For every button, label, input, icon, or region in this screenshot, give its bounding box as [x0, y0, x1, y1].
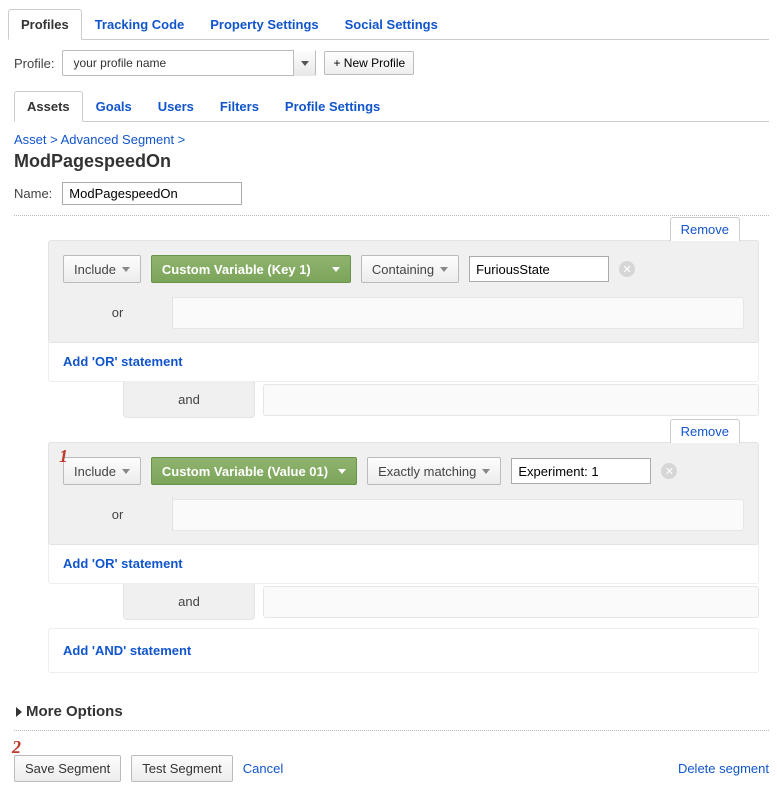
rule-row: Include Custom Variable (Key 1) Containi… — [49, 241, 758, 295]
match-dropdown-label: Exactly matching — [378, 464, 476, 479]
chevron-down-icon — [122, 267, 130, 272]
segment-name-input[interactable] — [62, 182, 242, 205]
page-title: ModPagespeedOn — [14, 151, 769, 172]
add-and-button[interactable]: Add 'AND' statement — [48, 628, 759, 673]
profile-select[interactable]: your profile name — [62, 50, 316, 76]
include-dropdown-label: Include — [74, 262, 116, 277]
remove-condition-icon[interactable]: ✕ — [619, 261, 635, 277]
match-dropdown[interactable]: Containing — [361, 255, 459, 283]
and-label: and — [123, 584, 255, 620]
tab-filters[interactable]: Filters — [207, 91, 272, 122]
footer: 2 Save Segment Test Segment Cancel Delet… — [14, 755, 769, 782]
more-options-label: More Options — [26, 703, 123, 720]
rule-block-1: Remove Include Custom Variable (Key 1) C… — [48, 240, 759, 343]
remove-rule-button[interactable]: Remove — [670, 419, 740, 443]
include-dropdown[interactable]: Include — [63, 255, 141, 283]
tab-tracking-code[interactable]: Tracking Code — [82, 9, 198, 40]
match-dropdown[interactable]: Exactly matching — [367, 457, 501, 485]
add-or-button[interactable]: Add 'OR' statement — [48, 544, 759, 584]
save-segment-button[interactable]: Save Segment — [14, 755, 121, 782]
value-input[interactable] — [511, 458, 651, 484]
tab-social-settings[interactable]: Social Settings — [332, 9, 451, 40]
tab-profiles[interactable]: Profiles — [8, 9, 82, 40]
profile-select-value: your profile name — [63, 56, 293, 70]
profile-select-toggle[interactable] — [293, 50, 315, 76]
variable-dropdown-label: Custom Variable (Value 01) — [162, 464, 328, 479]
tab-goals[interactable]: Goals — [83, 91, 145, 122]
top-tabs: Profiles Tracking Code Property Settings… — [8, 8, 769, 40]
profile-row: Profile: your profile name + New Profile — [14, 50, 769, 76]
annotation-1: 1 — [59, 446, 68, 467]
name-label: Name: — [14, 186, 52, 201]
chevron-down-icon — [338, 469, 346, 474]
include-dropdown-label: Include — [74, 464, 116, 479]
divider — [14, 730, 769, 731]
annotation-2: 2 — [12, 737, 21, 758]
rule-row: Include Custom Variable (Value 01) Exact… — [49, 443, 758, 497]
or-strip — [172, 499, 744, 531]
add-or-button[interactable]: Add 'OR' statement — [48, 342, 759, 382]
variable-dropdown[interactable]: Custom Variable (Value 01) — [151, 457, 357, 485]
chevron-down-icon — [301, 61, 309, 66]
include-dropdown[interactable]: Include — [63, 457, 141, 485]
more-options-toggle[interactable]: More Options — [16, 703, 769, 720]
or-row: or — [49, 295, 758, 342]
rule-block-2: Remove Include Custom Variable (Value 01… — [48, 442, 759, 545]
test-segment-button[interactable]: Test Segment — [131, 755, 233, 782]
and-label: and — [123, 382, 255, 418]
or-label: or — [63, 497, 173, 532]
name-row: Name: — [14, 182, 769, 205]
variable-dropdown[interactable]: Custom Variable (Key 1) — [151, 255, 351, 283]
variable-dropdown-label: Custom Variable (Key 1) — [162, 262, 311, 277]
segment-builder: Remove Include Custom Variable (Key 1) C… — [48, 240, 759, 673]
profile-label: Profile: — [14, 56, 54, 71]
and-strip — [263, 384, 759, 416]
or-row: or — [49, 497, 758, 544]
and-strip — [263, 586, 759, 618]
match-dropdown-label: Containing — [372, 262, 434, 277]
chevron-down-icon — [122, 469, 130, 474]
sub-tabs: Assets Goals Users Filters Profile Setti… — [14, 90, 769, 122]
new-profile-button[interactable]: + New Profile — [324, 51, 414, 75]
tab-assets[interactable]: Assets — [14, 91, 83, 122]
divider — [14, 215, 769, 216]
tab-profile-settings[interactable]: Profile Settings — [272, 91, 393, 122]
and-row: and — [48, 382, 759, 418]
remove-condition-icon[interactable]: ✕ — [661, 463, 677, 479]
value-input[interactable] — [469, 256, 609, 282]
chevron-down-icon — [440, 267, 448, 272]
breadcrumb[interactable]: Asset > Advanced Segment > — [14, 132, 769, 147]
tab-property-settings[interactable]: Property Settings — [197, 9, 331, 40]
remove-rule-button[interactable]: Remove — [670, 217, 740, 241]
cancel-link[interactable]: Cancel — [243, 761, 283, 776]
or-label: or — [63, 295, 173, 330]
and-row: and — [48, 584, 759, 620]
delete-segment-link[interactable]: Delete segment — [678, 761, 769, 776]
chevron-down-icon — [332, 267, 340, 272]
tab-users[interactable]: Users — [145, 91, 207, 122]
or-strip — [172, 297, 744, 329]
chevron-right-icon — [16, 707, 22, 717]
chevron-down-icon — [482, 469, 490, 474]
